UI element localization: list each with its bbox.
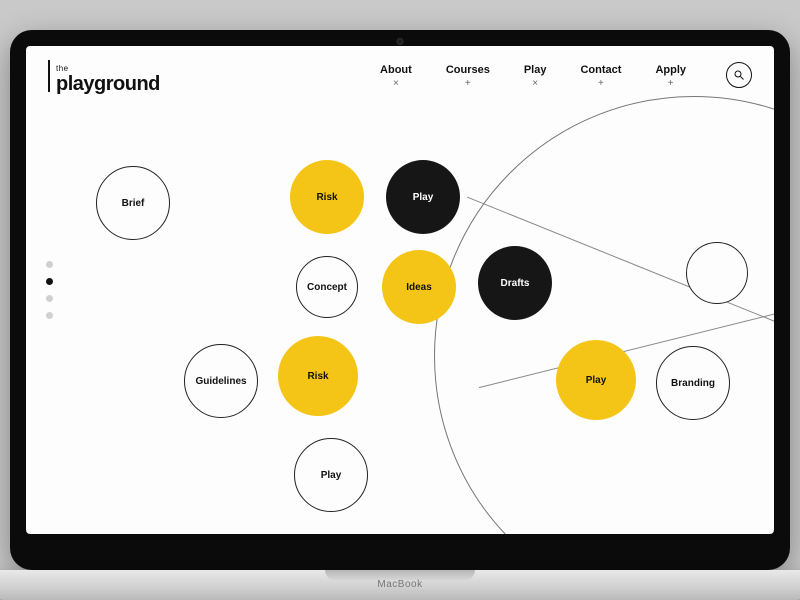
bubble-play[interactable]: Play <box>294 438 368 512</box>
bubble-label: Drafts <box>501 278 530 289</box>
device-frame: the playground About×Courses+Play×Contac… <box>10 30 790 570</box>
bubble-label: Brief <box>122 198 145 209</box>
bubble-ideas[interactable]: Ideas <box>382 250 456 324</box>
bubble-label: Concept <box>307 282 347 293</box>
bubble-risk[interactable]: Risk <box>278 336 358 416</box>
bubble-empty[interactable] <box>686 242 748 304</box>
bubble-label: Risk <box>307 371 328 382</box>
bubble-drafts[interactable]: Drafts <box>478 246 552 320</box>
bubble-label: Ideas <box>406 282 432 293</box>
bubble-label: Play <box>321 470 342 481</box>
bubble-concept[interactable]: Concept <box>296 256 358 318</box>
bubble-brief[interactable]: Brief <box>96 166 170 240</box>
bubble-label: Play <box>413 192 434 203</box>
bubble-branding[interactable]: Branding <box>656 346 730 420</box>
bubble-risk[interactable]: Risk <box>290 160 364 234</box>
bubble-play[interactable]: Play <box>556 340 636 420</box>
bubble-play[interactable]: Play <box>386 160 460 234</box>
screen: the playground About×Courses+Play×Contac… <box>26 46 774 534</box>
bubble-canvas: Brief Risk Play Concept Ideas Drafts Guideline… <box>26 46 774 534</box>
bubble-label: Play <box>586 375 607 386</box>
bubble-label: Guidelines <box>195 376 246 387</box>
device-label: MacBook <box>377 579 422 590</box>
bubble-label: Branding <box>671 378 715 389</box>
bubble-label: Risk <box>316 192 337 203</box>
bubble-guidelines[interactable]: Guidelines <box>184 344 258 418</box>
